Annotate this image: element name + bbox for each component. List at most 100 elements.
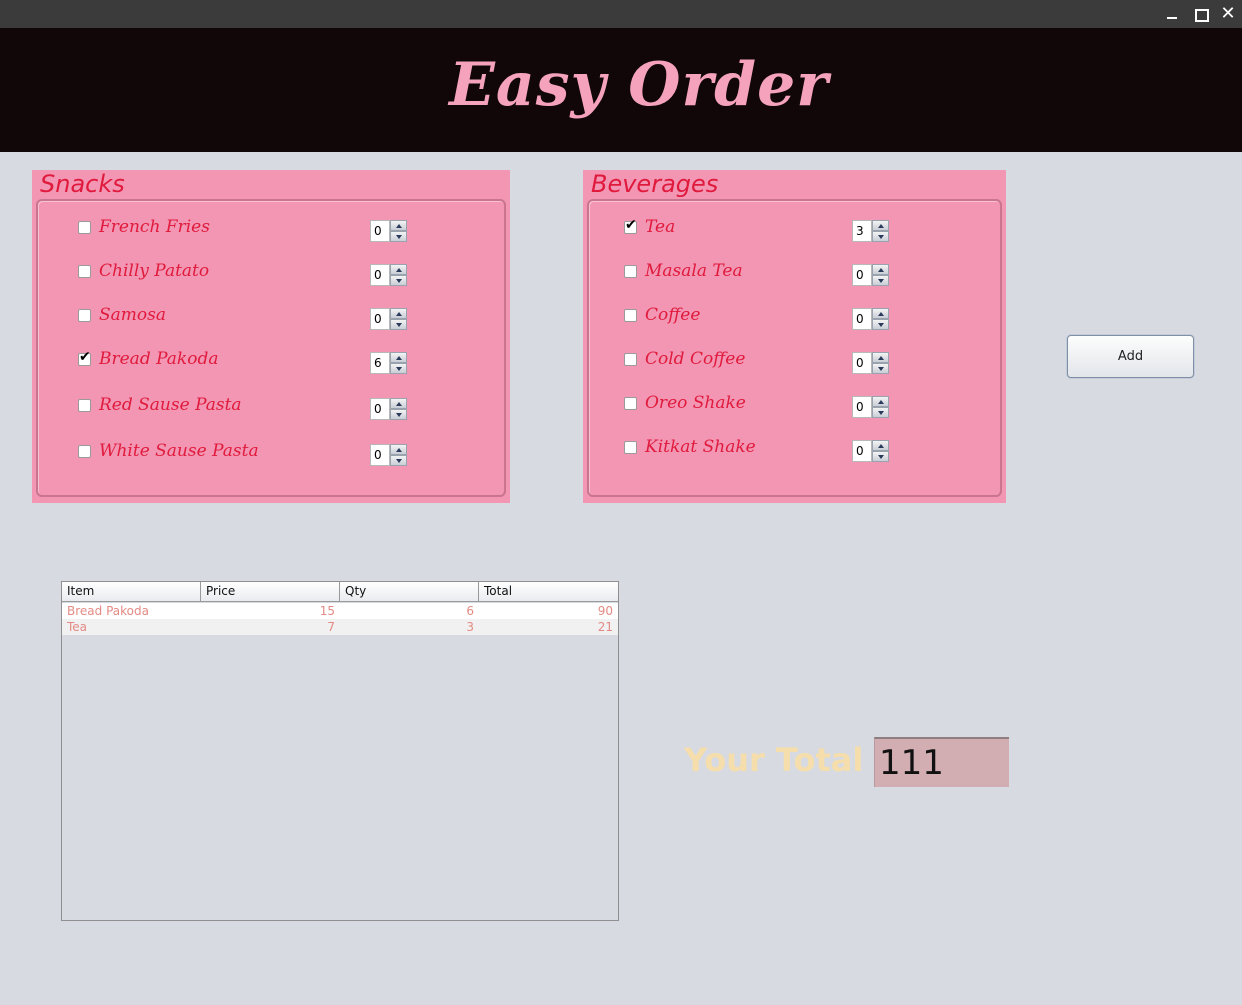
window-titlebar: ✕ (0, 0, 1242, 28)
app-header: Easy Order (0, 28, 1242, 152)
spinner-up-arrow-icon[interactable] (390, 398, 407, 409)
spinner-value[interactable]: 0 (370, 308, 390, 330)
spinner-value[interactable]: 0 (370, 444, 390, 466)
beverage-qty-spinner-oreo-shake[interactable]: 0 (852, 396, 890, 418)
table-row[interactable]: Tea 7 3 21 (62, 619, 618, 635)
spinner-down-arrow-icon[interactable] (872, 319, 889, 330)
spinner-down-arrow-icon[interactable] (872, 275, 889, 286)
spinner-value[interactable]: 0 (370, 220, 390, 242)
spinner-down-arrow-icon[interactable] (390, 319, 407, 330)
snack-qty-spinner-chilly-patato[interactable]: 0 (370, 264, 408, 286)
column-header-price[interactable]: Price (201, 582, 340, 602)
spinner-up-arrow-icon[interactable] (872, 264, 889, 275)
snack-label: Bread Pakoda (99, 349, 219, 369)
beverage-checkbox-coffee[interactable] (624, 309, 637, 322)
beverage-checkbox-oreo-shake[interactable] (624, 397, 637, 410)
beverage-label: Kitkat Shake (645, 437, 756, 457)
spinner-value[interactable]: 0 (852, 440, 872, 462)
snack-checkbox-bread-pakoda[interactable]: ✔ (78, 349, 91, 366)
column-header-item[interactable]: Item (62, 582, 201, 602)
spinner-up-arrow-icon[interactable] (390, 264, 407, 275)
snack-label: Samosa (99, 305, 166, 325)
spinner-down-arrow-icon[interactable] (390, 409, 407, 420)
minimize-icon[interactable] (1162, 4, 1182, 24)
snack-label: White Sause Pasta (99, 441, 259, 461)
spinner-down-arrow-icon[interactable] (390, 455, 407, 466)
spinner-down-arrow-icon[interactable] (390, 275, 407, 286)
beverages-panel: Beverages ✔ Tea 3 Masala Tea 0 Coffee 0 … (583, 170, 1006, 503)
spinner-up-arrow-icon[interactable] (390, 220, 407, 231)
maximize-icon[interactable] (1190, 4, 1210, 24)
beverage-item-coffee: Coffee (624, 305, 844, 328)
beverage-item-kitkat-shake: Kitkat Shake (624, 437, 844, 460)
spinner-value[interactable]: 0 (852, 308, 872, 330)
snack-qty-spinner-red-sause-pasta[interactable]: 0 (370, 398, 408, 420)
spinner-up-arrow-icon[interactable] (872, 352, 889, 363)
spinner-down-arrow-icon[interactable] (872, 363, 889, 374)
snack-item-red-sause-pasta: Red Sause Pasta (78, 395, 478, 418)
order-table[interactable]: Item Price Qty Total Bread Pakoda 15 6 9… (61, 581, 619, 921)
snack-qty-spinner-white-sause-pasta[interactable]: 0 (370, 444, 408, 466)
spinner-down-arrow-icon[interactable] (872, 451, 889, 462)
spinner-value[interactable]: 6 (370, 352, 390, 374)
spinner-up-arrow-icon[interactable] (872, 440, 889, 451)
snack-qty-spinner-french-fries[interactable]: 0 (370, 220, 408, 242)
spinner-up-arrow-icon[interactable] (390, 308, 407, 319)
beverage-qty-spinner-kitkat-shake[interactable]: 0 (852, 440, 890, 462)
spinner-value[interactable]: 0 (370, 398, 390, 420)
snack-qty-spinner-samosa[interactable]: 0 (370, 308, 408, 330)
spinner-up-arrow-icon[interactable] (872, 220, 889, 231)
beverage-label: Tea (645, 217, 676, 237)
snack-item-white-sause-pasta: White Sause Pasta (78, 441, 478, 464)
snack-checkbox-samosa[interactable] (78, 309, 91, 322)
spinner-down-arrow-icon[interactable] (872, 231, 889, 242)
spinner-value[interactable]: 0 (852, 352, 872, 374)
cell-qty: 6 (466, 604, 474, 618)
snack-item-french-fries: French Fries (78, 217, 478, 240)
spinner-down-arrow-icon[interactable] (872, 407, 889, 418)
spinner-up-arrow-icon[interactable] (872, 396, 889, 407)
snack-checkbox-red-sause-pasta[interactable] (78, 399, 91, 412)
spinner-down-arrow-icon[interactable] (390, 363, 407, 374)
close-icon[interactable]: ✕ (1218, 4, 1238, 24)
beverage-qty-spinner-coffee[interactable]: 0 (852, 308, 890, 330)
beverage-qty-spinner-tea[interactable]: 3 (852, 220, 890, 242)
beverage-qty-spinner-masala-tea[interactable]: 0 (852, 264, 890, 286)
total-value-field[interactable]: 111 (874, 737, 1009, 787)
cell-price: 7 (327, 620, 335, 634)
beverage-checkbox-cold-coffee[interactable] (624, 353, 637, 366)
checkmark-icon: ✔ (625, 217, 637, 233)
snack-label: Red Sause Pasta (99, 395, 242, 415)
spinner-value[interactable]: 0 (852, 264, 872, 286)
beverage-qty-spinner-cold-coffee[interactable]: 0 (852, 352, 890, 374)
snack-qty-spinner-bread-pakoda[interactable]: 6 (370, 352, 408, 374)
spinner-value[interactable]: 3 (852, 220, 872, 242)
beverage-item-cold-coffee: Cold Coffee (624, 349, 844, 372)
cell-item: Tea (67, 620, 88, 634)
table-row[interactable]: Bread Pakoda 15 6 90 (62, 603, 618, 619)
app-title: Easy Order (449, 50, 829, 120)
column-header-qty[interactable]: Qty (340, 582, 479, 602)
beverage-checkbox-masala-tea[interactable] (624, 265, 637, 278)
spinner-value[interactable]: 0 (370, 264, 390, 286)
checkmark-icon: ✔ (79, 349, 91, 365)
beverage-label: Masala Tea (645, 261, 743, 281)
column-header-total[interactable]: Total (479, 582, 618, 602)
beverage-label: Cold Coffee (645, 349, 746, 369)
add-button[interactable]: Add (1067, 335, 1194, 378)
beverage-checkbox-tea[interactable]: ✔ (624, 217, 637, 234)
spinner-down-arrow-icon[interactable] (390, 231, 407, 242)
beverage-checkbox-kitkat-shake[interactable] (624, 441, 637, 454)
beverage-label: Oreo Shake (645, 393, 746, 413)
snack-item-bread-pakoda: ✔ Bread Pakoda (78, 349, 478, 372)
snack-checkbox-french-fries[interactable] (78, 221, 91, 234)
cell-total: 90 (597, 604, 613, 618)
spinner-up-arrow-icon[interactable] (390, 444, 407, 455)
snack-label: French Fries (99, 217, 210, 237)
snack-checkbox-chilly-patato[interactable] (78, 265, 91, 278)
spinner-up-arrow-icon[interactable] (390, 352, 407, 363)
snacks-panel-title: Snacks (40, 170, 125, 198)
snack-checkbox-white-sause-pasta[interactable] (78, 445, 91, 458)
spinner-up-arrow-icon[interactable] (872, 308, 889, 319)
spinner-value[interactable]: 0 (852, 396, 872, 418)
